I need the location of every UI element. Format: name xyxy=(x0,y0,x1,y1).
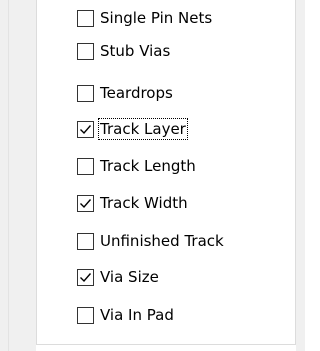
checkbox-box[interactable] xyxy=(77,268,94,286)
checkbox-box[interactable] xyxy=(77,157,94,175)
checkbox-label: Track Width xyxy=(100,194,188,212)
checkbox-teardrops[interactable]: Teardrops xyxy=(77,82,174,104)
checkbox-label: Single Pin Nets xyxy=(100,9,213,27)
left-panel-strip xyxy=(0,0,36,351)
checkbox-track-length[interactable]: Track Length xyxy=(77,155,197,177)
checkbox-stub-vias[interactable]: Stub Vias xyxy=(77,40,171,62)
left-divider xyxy=(8,0,9,351)
checkbox-unfinished-track[interactable]: Unfinished Track xyxy=(77,230,225,252)
checkbox-label: Track Layer xyxy=(98,118,188,140)
checkmark-icon xyxy=(80,124,92,134)
checkbox-box[interactable] xyxy=(77,42,94,60)
checkbox-label: Unfinished Track xyxy=(100,232,224,250)
checkbox-box[interactable] xyxy=(77,84,94,102)
checkbox-label: Via Size xyxy=(100,268,159,286)
checkbox-box[interactable] xyxy=(77,306,94,324)
checkbox-single-pin-nets[interactable]: Single Pin Nets xyxy=(77,7,213,29)
checkbox-via-in-pad[interactable]: Via In Pad xyxy=(77,304,175,326)
right-panel-strip xyxy=(296,0,305,351)
checkmark-icon xyxy=(80,198,92,208)
checkbox-box[interactable] xyxy=(77,194,94,212)
checkbox-track-width[interactable]: Track Width xyxy=(77,192,189,214)
checkbox-label: Via In Pad xyxy=(100,306,174,324)
checkmark-icon xyxy=(80,272,92,282)
checkbox-box[interactable] xyxy=(77,232,94,250)
checkbox-box[interactable] xyxy=(77,120,94,138)
checkbox-box[interactable] xyxy=(77,9,94,27)
checkbox-label: Teardrops xyxy=(100,84,173,102)
checkbox-track-layer[interactable]: Track Layer xyxy=(77,118,188,140)
checkbox-label: Stub Vias xyxy=(100,42,171,60)
checkbox-label: Track Length xyxy=(100,157,196,175)
checkbox-via-size[interactable]: Via Size xyxy=(77,266,160,288)
